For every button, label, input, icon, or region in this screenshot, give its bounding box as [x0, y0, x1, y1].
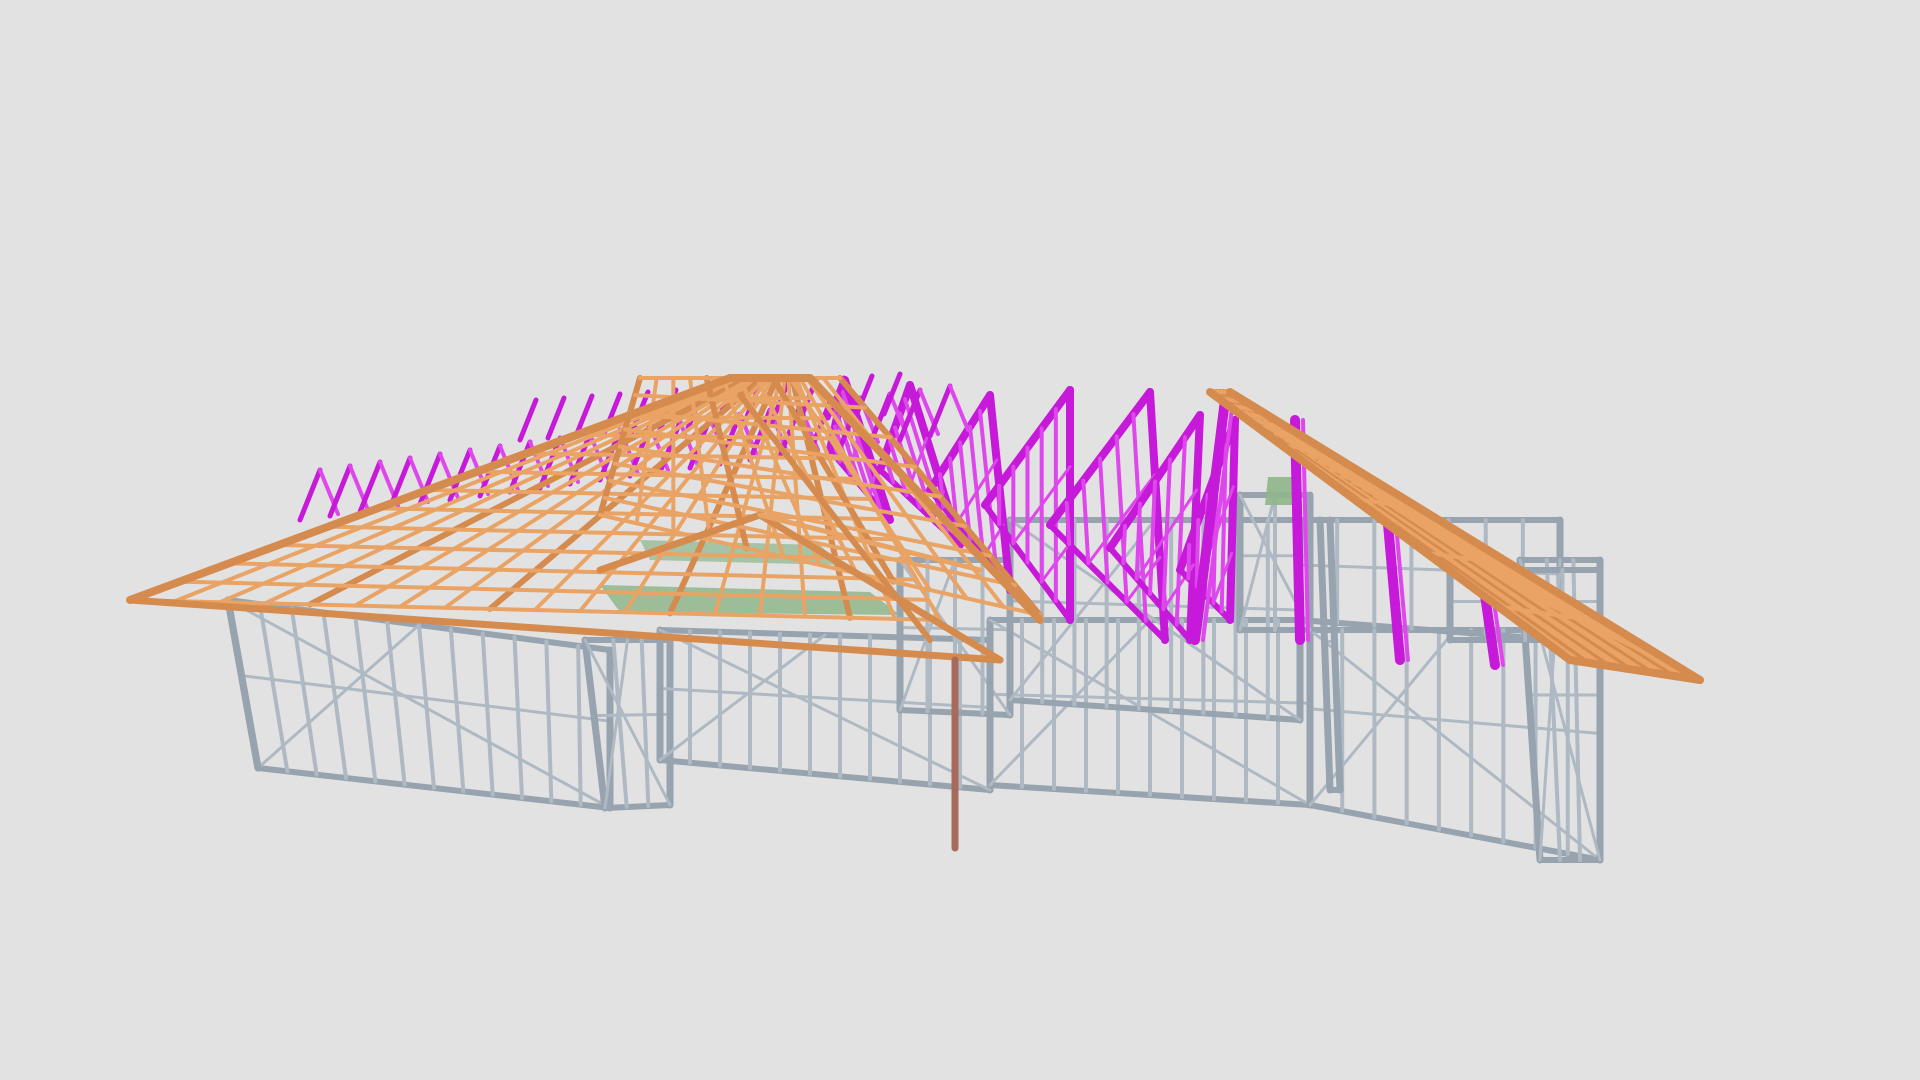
skillion-roof-battens [1206, 388, 1704, 684]
house-frame-model[interactable] [0, 0, 1920, 1080]
3d-viewport[interactable] [0, 0, 1920, 1080]
